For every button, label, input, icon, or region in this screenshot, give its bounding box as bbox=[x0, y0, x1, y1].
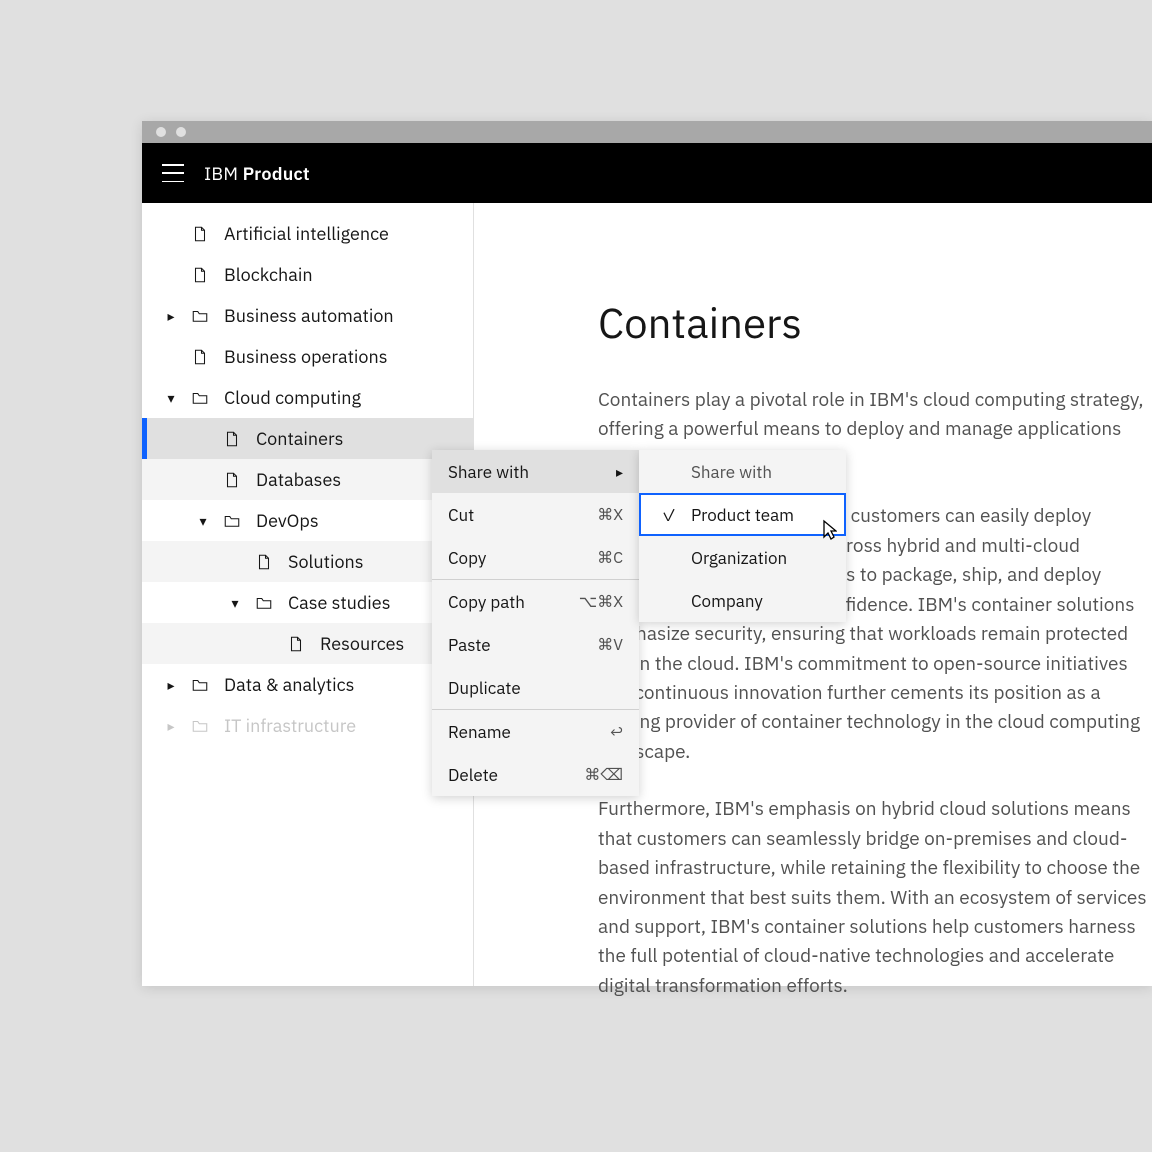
app-header: IBM Product bbox=[142, 143, 1152, 203]
sidebar-item-label: DevOps bbox=[256, 509, 319, 532]
sidebar-item-it-infrastructure: ▸ IT infrastructure bbox=[142, 705, 473, 746]
sidebar-item-label: Business operations bbox=[224, 345, 387, 368]
menu-shortcut: ⌘X bbox=[597, 505, 623, 525]
chevron-right-icon: ▸ bbox=[164, 676, 178, 694]
document-icon bbox=[254, 552, 274, 572]
sidebar-item-label: Case studies bbox=[288, 591, 390, 614]
folder-icon bbox=[190, 306, 210, 326]
submenu-item-label: Product team bbox=[691, 504, 794, 526]
sidebar-item-solutions[interactable]: Solutions bbox=[142, 541, 473, 582]
chevron-right-icon: ▸ bbox=[164, 307, 178, 325]
window-control-close[interactable] bbox=[156, 127, 166, 137]
menu-item-share-with[interactable]: Share with ▸ bbox=[432, 450, 639, 493]
menu-shortcut: ⌘C bbox=[597, 548, 623, 568]
sidebar-item-data-analytics[interactable]: ▸ Data & analytics bbox=[142, 664, 473, 705]
sidebar-item-cloud-computing[interactable]: ▾ Cloud computing bbox=[142, 377, 473, 418]
menu-shortcut: ↩ bbox=[610, 722, 623, 742]
sidebar-item-containers[interactable]: Containers bbox=[142, 418, 473, 459]
submenu-item-label: Organization bbox=[691, 547, 787, 569]
menu-icon[interactable] bbox=[162, 164, 184, 182]
sidebar-item-label: Business automation bbox=[224, 304, 394, 327]
submenu-item-organization[interactable]: Organization bbox=[639, 536, 846, 579]
chevron-down-icon: ▾ bbox=[164, 389, 178, 407]
brand-label: IBM Product bbox=[204, 162, 310, 185]
sidebar-item-label: IT infrastructure bbox=[224, 714, 356, 737]
sidebar: Artificial intelligence Blockchain ▸ Busine… bbox=[142, 203, 474, 986]
menu-item-copy-path[interactable]: Copy path ⌥⌘X bbox=[432, 580, 639, 623]
sidebar-item-label: Solutions bbox=[288, 550, 364, 573]
window-control-minimize[interactable] bbox=[176, 127, 186, 137]
sidebar-item-label: Data & analytics bbox=[224, 673, 354, 696]
sidebar-item-case-studies[interactable]: ▾ Case studies bbox=[142, 582, 473, 623]
sidebar-item-label: Blockchain bbox=[224, 263, 313, 286]
chevron-right-icon: ▸ bbox=[164, 717, 178, 735]
document-icon bbox=[190, 347, 210, 367]
menu-item-copy[interactable]: Copy ⌘C bbox=[432, 536, 639, 579]
menu-item-label: Delete bbox=[448, 764, 498, 786]
submenu-item-product-team[interactable]: ✓ Product team bbox=[639, 493, 846, 536]
window-titlebar bbox=[142, 121, 1152, 143]
folder-icon bbox=[190, 716, 210, 736]
menu-item-label: Copy bbox=[448, 547, 486, 569]
brand-bold: Product bbox=[243, 162, 310, 185]
chevron-down-icon: ▾ bbox=[196, 512, 210, 530]
document-icon bbox=[222, 470, 242, 490]
folder-icon bbox=[190, 675, 210, 695]
menu-item-label: Rename bbox=[448, 721, 511, 743]
menu-item-label: Duplicate bbox=[448, 677, 521, 699]
sidebar-item-resources[interactable]: Resources bbox=[142, 623, 473, 664]
sidebar-item-databases[interactable]: Databases bbox=[142, 459, 473, 500]
sidebar-item-label: Cloud computing bbox=[224, 386, 361, 409]
sidebar-item-label: Artificial intelligence bbox=[224, 222, 389, 245]
submenu-item-label: Company bbox=[691, 590, 763, 612]
document-icon bbox=[190, 265, 210, 285]
sidebar-item-business-automation[interactable]: ▸ Business automation bbox=[142, 295, 473, 336]
document-icon bbox=[222, 429, 242, 449]
menu-shortcut: ⌥⌘X bbox=[579, 592, 623, 612]
sidebar-item-label: Containers bbox=[256, 427, 343, 450]
folder-icon bbox=[222, 511, 242, 531]
menu-item-paste[interactable]: Paste ⌘V bbox=[432, 623, 639, 666]
menu-item-label: Share with bbox=[448, 461, 529, 483]
menu-item-delete[interactable]: Delete ⌘⌫ bbox=[432, 753, 639, 796]
sidebar-item-artificial-intelligence[interactable]: Artificial intelligence bbox=[142, 213, 473, 254]
chevron-down-icon: ▾ bbox=[228, 594, 242, 612]
brand-light: IBM bbox=[204, 162, 243, 185]
sidebar-item-label: Resources bbox=[320, 632, 404, 655]
menu-item-duplicate[interactable]: Duplicate bbox=[432, 666, 639, 709]
menu-item-label: Copy path bbox=[448, 591, 525, 613]
sidebar-item-blockchain[interactable]: Blockchain bbox=[142, 254, 473, 295]
menu-shortcut: ⌘⌫ bbox=[584, 765, 623, 785]
submenu-title: Share with bbox=[639, 450, 846, 493]
menu-shortcut: ⌘V bbox=[597, 635, 623, 655]
sidebar-item-business-operations[interactable]: Business operations bbox=[142, 336, 473, 377]
body-paragraph-2: Furthermore, IBM's emphasis on hybrid cl… bbox=[598, 795, 1152, 1001]
sidebar-item-label: Databases bbox=[256, 468, 341, 491]
menu-item-cut[interactable]: Cut ⌘X bbox=[432, 493, 639, 536]
menu-item-label: Cut bbox=[448, 504, 474, 526]
submenu-item-company[interactable]: Company bbox=[639, 579, 846, 622]
share-submenu[interactable]: Share with ✓ Product team Organization Compa… bbox=[639, 450, 846, 622]
folder-icon bbox=[190, 388, 210, 408]
chevron-right-icon: ▸ bbox=[616, 463, 623, 481]
menu-item-label: Paste bbox=[448, 634, 491, 656]
check-icon: ✓ bbox=[661, 504, 677, 526]
page-title: Containers bbox=[598, 295, 1152, 350]
document-icon bbox=[190, 224, 210, 244]
document-icon bbox=[286, 634, 306, 654]
folder-icon bbox=[254, 593, 274, 613]
menu-item-rename[interactable]: Rename ↩ bbox=[432, 710, 639, 753]
sidebar-item-devops[interactable]: ▾ DevOps bbox=[142, 500, 473, 541]
context-menu[interactable]: Share with ▸ Cut ⌘X Copy ⌘C Copy path ⌥⌘X Paste ⌘… bbox=[432, 450, 639, 796]
